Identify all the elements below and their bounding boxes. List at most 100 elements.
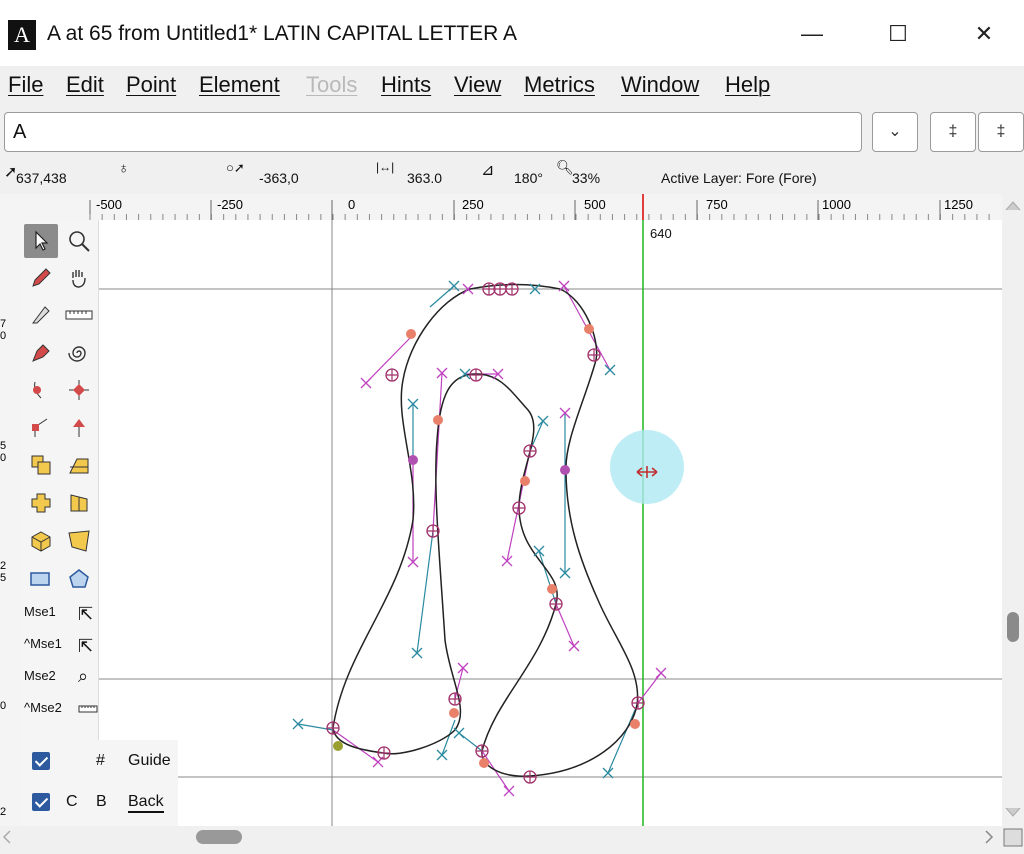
corner-point-tool[interactable] xyxy=(24,410,58,444)
ruler-label: 250 xyxy=(462,197,484,212)
menu-window[interactable]: Window xyxy=(621,72,699,98)
ruler-ticks xyxy=(89,194,990,220)
curve-point xyxy=(475,744,489,758)
back-layer-label[interactable]: Back xyxy=(128,793,164,813)
ruler-icon xyxy=(65,310,93,320)
spiro-tool[interactable] xyxy=(62,336,96,370)
curve-point-tool[interactable] xyxy=(24,373,58,407)
ruler-label: 5 xyxy=(0,572,7,584)
glyph-name-field[interactable]: A xyxy=(4,112,862,152)
ruler-label: 1250 xyxy=(944,197,973,212)
menu-bar: File Edit Point Element Tools Hints View… xyxy=(0,66,1024,106)
angle-value: 180° xyxy=(514,170,543,186)
ctrl-mouse1-label: ^Mse1 xyxy=(24,636,62,651)
rectangle-tool[interactable] xyxy=(24,562,58,596)
offset-value: -363,0 xyxy=(259,170,299,186)
curve-point xyxy=(469,368,483,382)
mouse2-label: Mse2 xyxy=(24,668,56,683)
mouse2-magnify-icon: ⌕ xyxy=(78,666,89,686)
ctrl-mouse1-pointer-icon: ⇱ xyxy=(78,636,94,656)
mouse1-label: Mse1 xyxy=(24,604,56,619)
perspective-tool[interactable] xyxy=(62,524,96,558)
on-curve-point xyxy=(408,455,418,465)
close-button[interactable]: ✕ xyxy=(956,14,1012,54)
glyph-canvas[interactable]: 640 xyxy=(22,220,1002,826)
flip-tool[interactable] xyxy=(62,448,96,482)
curve-point xyxy=(631,696,645,710)
on-curve-point xyxy=(547,584,557,594)
scale-tool[interactable] xyxy=(24,448,58,482)
curve-point xyxy=(482,282,496,296)
hvcurve-point-tool[interactable] xyxy=(62,373,96,407)
guide-layer-label[interactable]: Guide xyxy=(128,752,171,770)
ruler-label: 7 xyxy=(0,318,7,330)
on-curve-point xyxy=(433,415,443,425)
ruler-label: 0 xyxy=(0,452,7,464)
on-curve-point xyxy=(520,476,530,486)
pencil-icon xyxy=(32,268,51,287)
minimize-button[interactable]: — xyxy=(784,14,840,54)
on-curve-point xyxy=(584,324,594,334)
vertical-scrollbar[interactable] xyxy=(1002,194,1024,826)
freehand-tool[interactable] xyxy=(24,261,58,295)
knife-tool[interactable] xyxy=(24,298,58,332)
vertical-ruler[interactable]: 7 0 5 0 2 5 0 2 xyxy=(0,220,23,826)
curve-point xyxy=(523,770,537,784)
3d-rotate-tool[interactable] xyxy=(24,524,58,558)
angle-icon: ⊿ xyxy=(481,162,495,179)
curve-point xyxy=(377,746,391,760)
zoom-value: 33% xyxy=(572,170,601,186)
ruler-label: 0 xyxy=(0,700,7,712)
tangent-point-tool[interactable] xyxy=(62,410,96,444)
skew-icon xyxy=(70,494,88,512)
scroll-tool[interactable] xyxy=(62,261,96,295)
rotate-tool[interactable] xyxy=(24,486,58,520)
skew-tool[interactable] xyxy=(62,486,96,520)
menu-edit[interactable]: Edit xyxy=(66,72,104,98)
menu-hints[interactable]: Hints xyxy=(381,72,431,98)
curve-point xyxy=(549,597,563,611)
horizontal-scrollbar[interactable] xyxy=(0,826,1024,849)
title-bar: A A at 65 from Untitled1* LATIN CAPITAL … xyxy=(0,0,1024,66)
pointer-tool[interactable] xyxy=(24,224,58,258)
menu-element[interactable]: Element xyxy=(199,72,280,98)
ruler-label: 750 xyxy=(706,197,728,212)
info-bar: ➚ 637,438 ♁ ○➚ -363,0 |↔| 363.0 ⊿ 180° 🔍… xyxy=(0,156,1024,194)
advance-width-label: 640 xyxy=(650,226,672,241)
ruler-label: 2 xyxy=(0,806,7,818)
horizontal-ruler[interactable]: -500 -250 0 250 500 750 1000 1250 xyxy=(0,194,1002,221)
pen-icon xyxy=(32,344,50,362)
menu-tools[interactable]: Tools xyxy=(306,72,357,98)
control-handle xyxy=(436,749,448,761)
back-c-flag: C xyxy=(66,793,78,810)
point-icon: ♁ xyxy=(118,160,130,177)
knife-icon xyxy=(32,306,50,324)
menu-view[interactable]: View xyxy=(454,72,501,98)
magnify-tool[interactable] xyxy=(62,224,96,258)
glyph-prev-button[interactable]: ‡ xyxy=(930,112,976,152)
polygon-tool[interactable] xyxy=(62,562,96,596)
curve-point-icon xyxy=(33,381,42,399)
menu-file[interactable]: File xyxy=(8,72,43,98)
magnify-icon xyxy=(69,231,90,252)
ctrl-mouse2-ruler-icon xyxy=(78,702,98,717)
guide-visible-checkbox[interactable] xyxy=(32,752,50,770)
glyph-dropdown-button[interactable]: ⌄ xyxy=(872,112,918,152)
curve-point xyxy=(385,368,399,382)
glyph-next-button[interactable]: ‡ xyxy=(978,112,1024,152)
ruler-tool[interactable] xyxy=(62,298,96,332)
back-b-flag: B xyxy=(96,793,107,810)
layers-panel: # Guide C B Back xyxy=(22,740,178,826)
back-visible-checkbox[interactable] xyxy=(32,793,50,811)
menu-help[interactable]: Help xyxy=(725,72,770,98)
menu-metrics[interactable]: Metrics xyxy=(524,72,595,98)
control-handle xyxy=(537,415,549,427)
curve-point xyxy=(587,348,601,362)
app-icon: A xyxy=(8,20,36,50)
maximize-button[interactable]: ☐ xyxy=(870,14,926,54)
menu-point[interactable]: Point xyxy=(126,72,176,98)
distance-value: 363.0 xyxy=(407,170,443,186)
pen-tool[interactable] xyxy=(24,336,58,370)
on-curve-point xyxy=(449,708,459,718)
rectangle-icon xyxy=(30,572,50,586)
